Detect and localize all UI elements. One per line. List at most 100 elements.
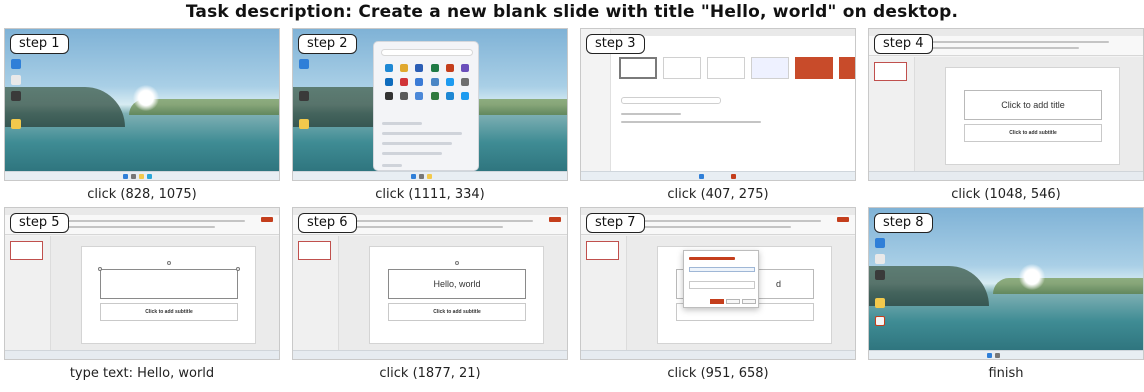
step-4-screenshot: Click to add title Click to add subtitle… (868, 28, 1144, 181)
step-caption: finish (988, 366, 1024, 381)
template-thumbnail[interactable] (751, 57, 789, 79)
step-badge: step 7 (586, 213, 645, 233)
slide-canvas: Hello, world Click to add subtitle (339, 236, 567, 350)
search-input[interactable] (621, 97, 721, 104)
template-thumbnail[interactable] (795, 57, 833, 79)
title-textbox[interactable] (100, 269, 238, 299)
step-5-screenshot: Click to add subtitle step 5 (4, 207, 280, 360)
step-badge: step 1 (10, 34, 69, 54)
step-badge: step 5 (10, 213, 69, 233)
slide-thumbnails (293, 236, 339, 350)
slide-thumbnails (5, 236, 51, 350)
folder-icon[interactable] (427, 174, 432, 179)
app-icon[interactable] (399, 92, 408, 100)
app-icon[interactable] (461, 92, 470, 100)
slide-thumbnail[interactable] (298, 241, 331, 260)
slide-canvas: Click to add title Click to add subtitle (915, 57, 1143, 171)
step-caption: click (1048, 546) (951, 187, 1061, 202)
share-button[interactable] (261, 217, 273, 222)
pinned-apps (381, 64, 473, 100)
template-thumbnail[interactable] (707, 57, 745, 79)
desktop-icon[interactable] (875, 270, 885, 280)
search-icon[interactable] (995, 353, 1000, 358)
app-icon[interactable] (461, 64, 470, 72)
folder-icon[interactable] (875, 298, 885, 308)
excel-icon[interactable] (430, 64, 439, 72)
save-location-select[interactable] (689, 281, 755, 289)
desktop-icon[interactable] (11, 59, 21, 69)
start-menu[interactable] (373, 41, 479, 171)
desktop-icon[interactable] (299, 59, 309, 69)
slide-thumbnail[interactable] (10, 241, 43, 260)
slide-thumbnail[interactable] (874, 62, 907, 81)
search-icon[interactable] (419, 174, 424, 179)
resize-handle[interactable] (98, 267, 102, 271)
app-icon[interactable] (445, 78, 454, 86)
edge-icon[interactable] (384, 64, 393, 72)
rotate-handle[interactable] (167, 261, 171, 265)
desktop-icon[interactable] (11, 75, 21, 85)
taskbar (5, 350, 279, 359)
folder-icon[interactable] (299, 119, 309, 129)
step-1-screenshot: step 1 (4, 28, 280, 181)
settings-icon[interactable] (461, 78, 470, 86)
taskbar (869, 350, 1143, 359)
start-icon[interactable] (411, 174, 416, 179)
folder-icon[interactable] (139, 174, 144, 179)
title-textbox[interactable]: Hello, world (388, 269, 526, 299)
step-8-screenshot: step 8 (868, 207, 1144, 360)
step-3-screenshot: step 3 (580, 28, 856, 181)
app-icon[interactable] (430, 78, 439, 86)
taskbar (581, 171, 855, 180)
taskbar (869, 171, 1143, 180)
step-7-screenshot: d step 7 (580, 207, 856, 360)
blank-presentation-template[interactable] (619, 57, 657, 79)
subtitle-placeholder[interactable]: Click to add subtitle (388, 303, 526, 321)
desktop-icon[interactable] (875, 238, 885, 248)
pptx-file-icon[interactable] (875, 316, 885, 326)
template-thumbnail[interactable] (663, 57, 701, 79)
search-icon[interactable] (131, 174, 136, 179)
powerpoint-icon[interactable] (731, 174, 736, 179)
app-icon[interactable] (415, 92, 424, 100)
save-changes-dialog (683, 250, 759, 308)
title-placeholder[interactable]: Click to add title (964, 90, 1102, 120)
chrome-icon[interactable] (399, 64, 408, 72)
app-icon[interactable] (384, 78, 393, 86)
file-name-input[interactable] (689, 267, 755, 272)
start-icon[interactable] (123, 174, 128, 179)
share-button[interactable] (837, 217, 849, 222)
desktop-icon[interactable] (11, 91, 21, 101)
browser-icon[interactable] (147, 174, 152, 179)
app-icon[interactable] (415, 78, 424, 86)
sun-glow (133, 85, 159, 111)
task-description: Task description: Create a new blank sli… (185, 2, 959, 22)
taskbar (293, 171, 567, 180)
powerpoint-icon[interactable] (445, 64, 454, 72)
step-badge: step 6 (298, 213, 357, 233)
save-button[interactable] (710, 299, 724, 304)
step-badge: step 8 (874, 213, 933, 233)
app-icon[interactable] (430, 92, 439, 100)
desktop-icon[interactable] (875, 254, 885, 264)
app-icon[interactable] (399, 78, 408, 86)
template-thumbnail[interactable] (839, 57, 855, 79)
share-button[interactable] (549, 217, 561, 222)
rotate-handle[interactable] (455, 261, 459, 265)
dont-save-button[interactable] (726, 299, 740, 304)
app-icon[interactable] (445, 92, 454, 100)
start-icon[interactable] (987, 353, 992, 358)
subtitle-placeholder[interactable]: Click to add subtitle (964, 124, 1102, 142)
app-icon[interactable] (384, 92, 393, 100)
title-text-fragment: d (775, 279, 781, 289)
desktop-icon[interactable] (299, 91, 309, 101)
start-search-input[interactable] (381, 49, 473, 56)
resize-handle[interactable] (236, 267, 240, 271)
step-badge: step 3 (586, 34, 645, 54)
cancel-button[interactable] (742, 299, 756, 304)
word-icon[interactable] (415, 64, 424, 72)
subtitle-placeholder[interactable]: Click to add subtitle (100, 303, 238, 321)
slide-thumbnail[interactable] (586, 241, 619, 260)
start-icon[interactable] (699, 174, 704, 179)
folder-icon[interactable] (11, 119, 21, 129)
